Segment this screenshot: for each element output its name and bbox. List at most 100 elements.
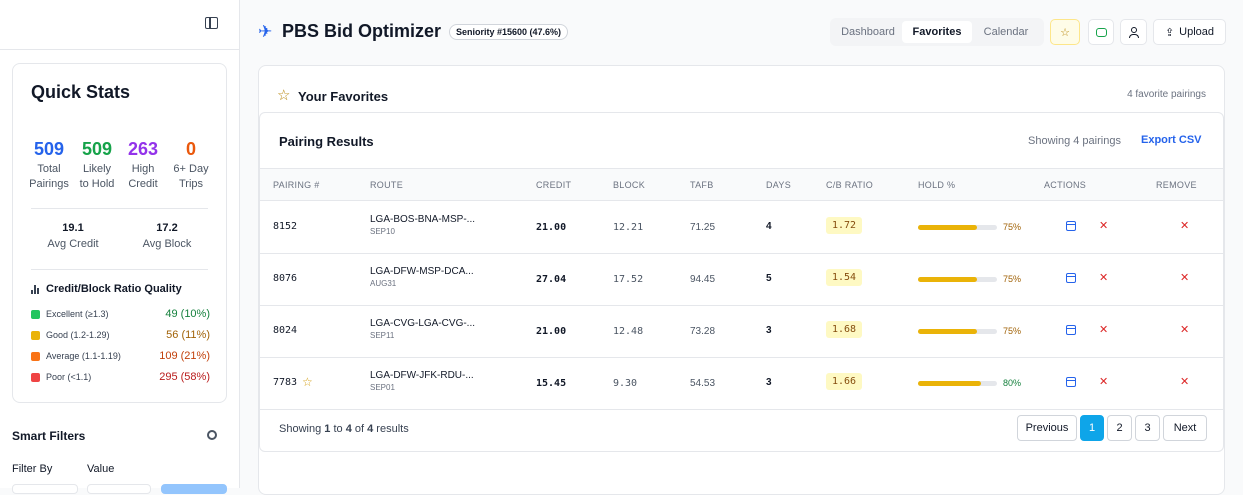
column-header[interactable]: CREDIT bbox=[536, 180, 571, 190]
credit-value: 21.00 bbox=[536, 326, 567, 337]
gear-icon[interactable] bbox=[207, 430, 217, 440]
tafb-value: 94.45 bbox=[690, 274, 716, 285]
quality-dot bbox=[31, 372, 40, 382]
tab-dashboard[interactable]: Dashboard bbox=[834, 21, 902, 43]
pairings-count: Showing 4 pairings bbox=[1028, 135, 1121, 147]
stat-total-pairings: 509 Total Pairings bbox=[24, 139, 74, 192]
pairing-number: 8076 bbox=[273, 273, 298, 284]
calendar-icon[interactable] bbox=[1066, 273, 1076, 283]
close-icon[interactable]: ✕ bbox=[1099, 375, 1108, 388]
page-2-button[interactable]: 2 bbox=[1107, 415, 1132, 441]
pairing-number: 7783 bbox=[273, 377, 298, 388]
route-cell: LGA-CVG-LGA-CVG-... SEP11 bbox=[370, 318, 475, 340]
profile-button[interactable] bbox=[1120, 19, 1147, 45]
close-icon[interactable]: ✕ bbox=[1099, 219, 1108, 232]
column-header[interactable]: TAFB bbox=[690, 180, 714, 190]
divider bbox=[31, 269, 208, 270]
column-header[interactable]: DAYS bbox=[766, 180, 791, 190]
avg-block-label: Avg Block bbox=[142, 238, 192, 250]
export-csv-button[interactable]: Export CSV bbox=[1141, 134, 1202, 146]
calendar-icon[interactable] bbox=[1066, 377, 1076, 387]
block-value: 12.21 bbox=[613, 222, 644, 233]
table-row[interactable]: 8024 LGA-CVG-LGA-CVG-... SEP11 21.00 12.… bbox=[260, 306, 1223, 358]
ratio-quality-heading: Credit/Block Ratio Quality bbox=[31, 283, 182, 295]
quick-stats-title: Quick Stats bbox=[31, 82, 131, 102]
tab-calendar[interactable]: Calendar bbox=[972, 21, 1040, 43]
hold-progress-fill bbox=[918, 329, 978, 334]
favorites-panel: ☆ Your Favorites 4 favorite pairings Pai… bbox=[258, 65, 1225, 495]
quality-row-average: Average (1.1-1.19) 109 (21%) bbox=[31, 350, 210, 362]
remove-favorite-icon[interactable]: ✕ bbox=[1180, 375, 1189, 388]
table-row[interactable]: 8076 LGA-DFW-MSP-DCA... AUG31 27.04 17.5… bbox=[260, 254, 1223, 306]
route-cell: LGA-DFW-MSP-DCA... AUG31 bbox=[370, 266, 474, 288]
calendar-icon[interactable] bbox=[1066, 325, 1076, 335]
quick-stats-card: Quick Stats 509 Total Pairings 509 Likely… bbox=[12, 63, 227, 403]
block-value: 9.30 bbox=[613, 378, 638, 389]
stat-label: Likely to Hold bbox=[79, 163, 115, 190]
quality-dot bbox=[31, 309, 40, 319]
bar-chart-icon bbox=[31, 284, 40, 294]
table-row[interactable]: 7783 ☆ LGA-DFW-JFK-RDU-... SEP01 15.45 9… bbox=[260, 358, 1223, 410]
filter-by-label: Filter By bbox=[12, 463, 53, 475]
divider bbox=[31, 208, 208, 209]
days-value: 4 bbox=[766, 221, 772, 232]
cb-ratio-badge: 1.66 bbox=[826, 373, 863, 390]
filter-by-select[interactable] bbox=[12, 484, 78, 494]
days-value: 5 bbox=[766, 273, 772, 284]
hold-progress-bar bbox=[918, 381, 997, 386]
remove-favorite-icon[interactable]: ✕ bbox=[1180, 219, 1189, 232]
column-header[interactable]: PAIRING # bbox=[273, 180, 320, 190]
tab-favorites[interactable]: Favorites bbox=[902, 21, 972, 43]
avg-credit-label: Avg Credit bbox=[47, 238, 99, 250]
apply-filter-button[interactable] bbox=[161, 484, 227, 494]
column-header[interactable]: ROUTE bbox=[370, 180, 403, 190]
results-summary: Showing 1 to 4 of 4 results bbox=[279, 423, 409, 435]
calendar-icon[interactable] bbox=[1066, 221, 1076, 231]
remove-favorite-icon[interactable]: ✕ bbox=[1180, 271, 1189, 284]
stat-label: High Credit bbox=[128, 163, 158, 190]
quality-dot bbox=[31, 330, 40, 340]
column-header[interactable]: BLOCK bbox=[613, 180, 645, 190]
favorites-star-button[interactable]: ☆ bbox=[1050, 19, 1080, 45]
sidebar-collapse-icon[interactable] bbox=[205, 17, 218, 29]
column-header[interactable]: C/B RATIO bbox=[826, 180, 873, 190]
page-1-button[interactable]: 1 bbox=[1080, 415, 1104, 441]
stat-value: 509 bbox=[81, 139, 113, 159]
top-header: ✈ PBS Bid Optimizer Seniority #15600 (47… bbox=[240, 0, 1243, 64]
bot-button[interactable] bbox=[1088, 19, 1114, 45]
stat-high-credit: 263 High Credit bbox=[118, 139, 168, 192]
star-icon[interactable]: ☆ bbox=[302, 375, 313, 389]
tafb-value: 54.53 bbox=[690, 378, 716, 389]
user-icon bbox=[1128, 26, 1139, 38]
app-title: PBS Bid Optimizer bbox=[282, 21, 442, 41]
table-header: PAIRING # ROUTE CREDIT BLOCK TAFB DAYS C… bbox=[260, 168, 1223, 201]
column-header[interactable]: HOLD % bbox=[918, 180, 955, 190]
credit-value: 27.04 bbox=[536, 274, 567, 285]
cb-ratio-badge: 1.72 bbox=[826, 217, 863, 234]
page-3-button[interactable]: 3 bbox=[1135, 415, 1160, 441]
stat-likely-to-hold: 509 Likely to Hold bbox=[72, 139, 122, 192]
robot-icon bbox=[1095, 27, 1107, 37]
pairing-results-card: Pairing Results Showing 4 pairings Expor… bbox=[259, 112, 1224, 452]
route-text: LGA-CVG-LGA-CVG-... bbox=[370, 318, 476, 329]
quality-row-excellent: Excellent (≥1.3) 49 (10%) bbox=[31, 308, 210, 320]
credit-value: 21.00 bbox=[536, 222, 567, 233]
block-value: 12.48 bbox=[613, 326, 644, 337]
close-icon[interactable]: ✕ bbox=[1099, 271, 1108, 284]
close-icon[interactable]: ✕ bbox=[1099, 323, 1108, 336]
tafb-value: 73.28 bbox=[690, 326, 716, 337]
hold-progress-bar bbox=[918, 277, 997, 282]
value-input[interactable] bbox=[87, 484, 151, 494]
next-page-button[interactable]: Next bbox=[1163, 415, 1207, 441]
previous-page-button[interactable]: Previous bbox=[1017, 415, 1077, 441]
pairing-number: 8024 bbox=[273, 325, 298, 336]
remove-favorite-icon[interactable]: ✕ bbox=[1180, 323, 1189, 336]
route-cell: LGA-BOS-BNA-MSP-... SEP10 bbox=[370, 214, 475, 236]
star-icon: ☆ bbox=[277, 87, 291, 104]
column-header: REMOVE bbox=[1156, 180, 1197, 190]
upload-button[interactable]: ⇪ Upload bbox=[1153, 19, 1226, 45]
quality-row-poor: Poor (<1.1) 295 (58%) bbox=[31, 371, 210, 383]
hold-percent: 75% bbox=[1003, 326, 1022, 336]
hold-percent: 75% bbox=[1003, 274, 1022, 284]
table-row[interactable]: 8152 LGA-BOS-BNA-MSP-... SEP10 21.00 12.… bbox=[260, 202, 1223, 254]
